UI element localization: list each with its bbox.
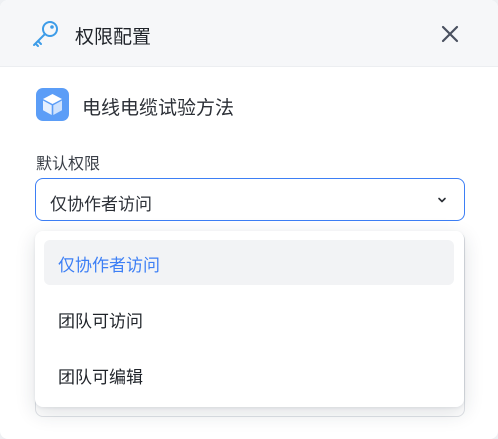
cube-icon <box>43 94 62 115</box>
option-team-edit[interactable]: 团队可编辑 <box>44 352 454 397</box>
option-label: 团队可访问 <box>58 312 143 332</box>
chevron-down-icon <box>438 197 446 203</box>
permission-select-value: 仅协作者访问 <box>50 195 152 215</box>
permission-dropdown-menu: 仅协作者访问 团队可访问 团队可编辑 <box>35 231 464 407</box>
default-permission-label: 默认权限 <box>36 154 101 173</box>
close-icon[interactable] <box>437 21 463 47</box>
option-collaborators-only[interactable]: 仅协作者访问 <box>44 240 454 285</box>
option-team-view[interactable]: 团队可访问 <box>44 296 454 341</box>
dialog-title: 权限配置 <box>75 26 152 48</box>
key-icon <box>33 21 58 47</box>
document-name: 电线电缆试验方法 <box>82 97 235 119</box>
dialog-header: 权限配置 <box>0 0 498 67</box>
option-label: 团队可编辑 <box>58 368 143 388</box>
permission-select[interactable]: 仅协作者访问 <box>35 178 465 221</box>
permission-dialog: 权限配置 电线电缆试验方法 默认权限 仅协作者访问 仅协作者访问 团队可访问 团… <box>0 0 498 439</box>
document-icon-tile <box>36 88 69 121</box>
option-label: 仅协作者访问 <box>58 256 160 276</box>
